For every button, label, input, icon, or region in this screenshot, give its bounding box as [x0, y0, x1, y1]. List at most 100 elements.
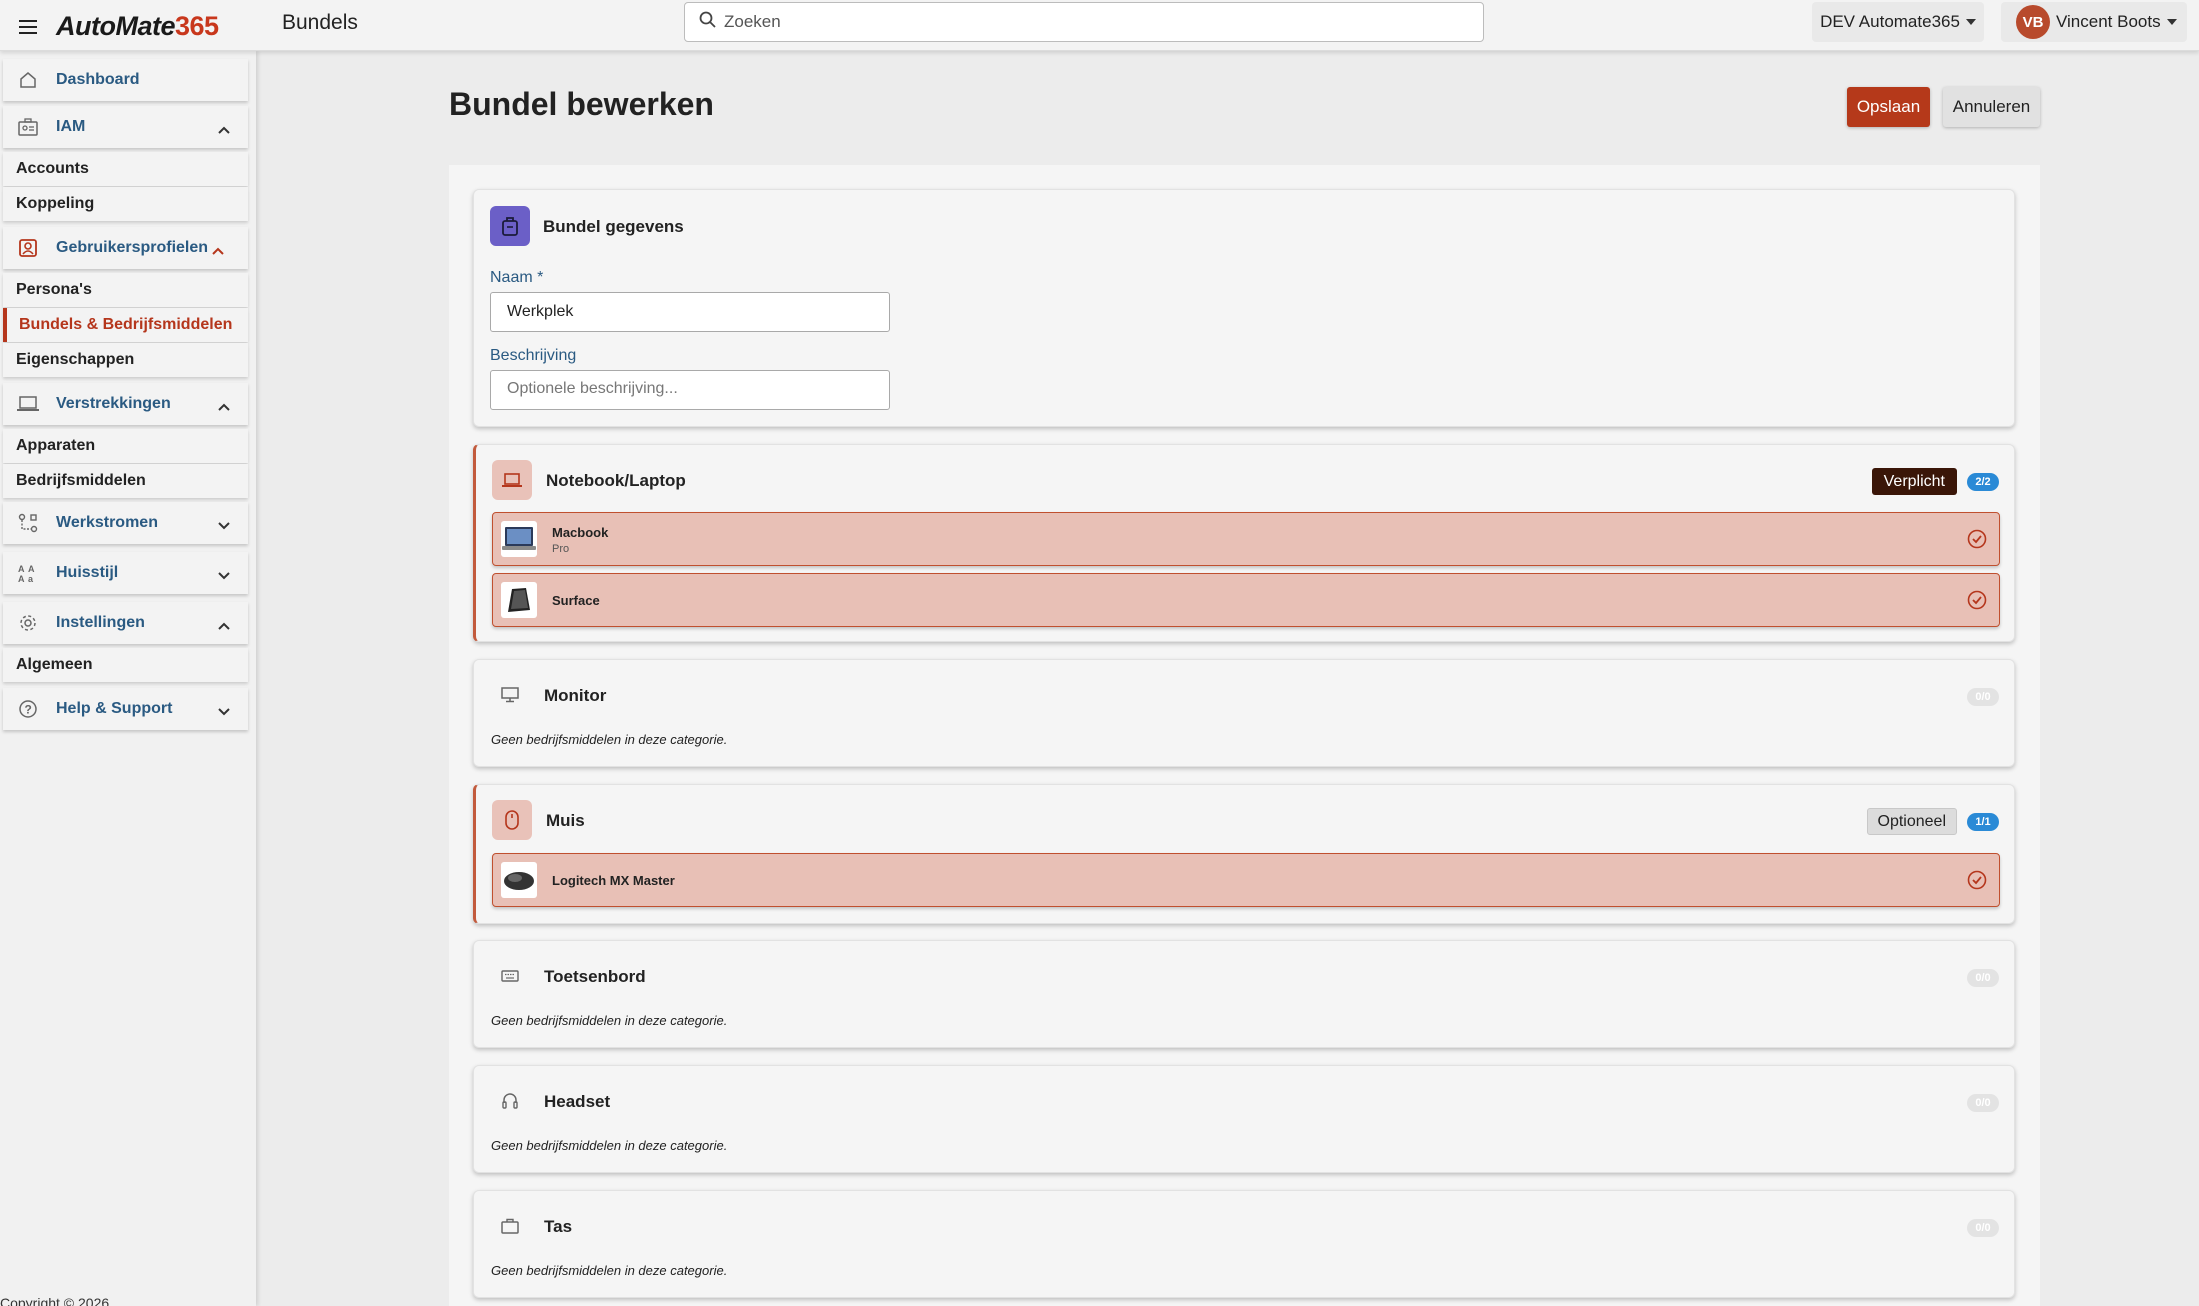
- count-badge: 0/0: [1967, 969, 1999, 987]
- avatar: VB: [2016, 5, 2050, 39]
- page-title: Bundel bewerken: [449, 86, 714, 122]
- category-keyboard: Toetsenbord 0/0 Geen bedrijfsmiddelen in…: [473, 940, 2015, 1048]
- keyboard-icon: [490, 956, 530, 996]
- category-title: Toetsenbord: [544, 967, 646, 986]
- asset-subtitle: Pro: [552, 543, 570, 555]
- home-icon: [17, 69, 39, 91]
- asset-item-logitech-mx-master[interactable]: Logitech MX Master: [492, 853, 2000, 907]
- sidebar-item-eigenschappen[interactable]: Eigenschappen: [3, 343, 248, 377]
- page-name: Bundels: [282, 11, 358, 34]
- optional-badge: Optioneel: [1866, 808, 1957, 835]
- category-bag: Tas 0/0 Geen bedrijfsmiddelen in deze ca…: [473, 1190, 2015, 1298]
- copyright: Copyright © 2026: [0, 1295, 110, 1306]
- required-badge: Verplicht: [1871, 468, 1957, 495]
- caret-down-icon: [2166, 19, 2177, 25]
- laptop-icon: [17, 393, 39, 415]
- menu-icon[interactable]: [15, 14, 41, 40]
- category-title: Headset: [544, 1092, 611, 1111]
- description-label: Beschrijving: [490, 347, 577, 364]
- chevron-up-icon: [218, 121, 230, 139]
- sidebar-item-bundels[interactable]: Bundels & Bedrijfsmiddelen: [3, 308, 248, 342]
- mouse-icon: [492, 800, 532, 840]
- gear-icon: [17, 612, 39, 634]
- card-title: Bundel gegevens: [543, 217, 684, 236]
- name-label: Naam *: [490, 269, 544, 286]
- description-input[interactable]: [490, 370, 890, 410]
- search-icon: [699, 11, 716, 33]
- user-name: Vincent Boots: [2056, 12, 2161, 31]
- user-menu[interactable]: VB Vincent Boots: [2001, 2, 2187, 42]
- chevron-down-icon: [218, 567, 230, 585]
- chevron-down-icon: [218, 517, 230, 535]
- category-title: Notebook/Laptop: [546, 471, 686, 490]
- mouse-thumbnail: [501, 862, 537, 898]
- asset-item-macbook[interactable]: Macbook Pro: [492, 512, 2000, 566]
- briefcase-icon: [490, 1206, 530, 1246]
- sidebar-item-koppeling[interactable]: Koppeling: [3, 187, 248, 221]
- caret-down-icon: [1965, 19, 1976, 25]
- category-mouse: Muis Optioneel 1/1 Logitech MX Master: [473, 784, 2015, 924]
- category-title: Monitor: [544, 686, 607, 705]
- name-input[interactable]: [490, 292, 890, 332]
- asset-name: Macbook: [552, 525, 609, 540]
- category-title: Tas: [544, 1217, 573, 1236]
- svg-text:A: A: [18, 574, 25, 583]
- check-circle-icon: [1967, 529, 1987, 549]
- sidebar-item-accounts[interactable]: Accounts: [3, 152, 248, 186]
- sidebar-item-huisstijl[interactable]: AAAa Huisstijl: [3, 552, 248, 594]
- category-title: Muis: [546, 811, 585, 830]
- svg-text:?: ?: [25, 703, 32, 717]
- sidebar-item-gebruikersprofielen[interactable]: Gebruikersprofielen: [3, 227, 248, 269]
- save-button[interactable]: Opslaan: [1847, 87, 1930, 127]
- svg-text:a: a: [28, 574, 34, 583]
- sidebar: Dashboard IAM Accounts Koppeling Gebruik…: [0, 51, 256, 1306]
- sidebar-item-help[interactable]: ? Help & Support: [3, 688, 248, 730]
- category-monitor: Monitor 0/0 Geen bedrijfsmiddelen in dez…: [473, 659, 2015, 767]
- sidebar-item-algemeen[interactable]: Algemeen: [3, 648, 248, 682]
- count-badge: 1/1: [1967, 813, 1999, 831]
- sidebar-item-bedrijfsmiddelen[interactable]: Bedrijfsmiddelen: [3, 464, 248, 498]
- chevron-up-icon: [212, 242, 224, 260]
- count-badge: 0/0: [1967, 1219, 1999, 1237]
- app-logo[interactable]: AutoMate365: [56, 11, 219, 42]
- chevron-up-icon: [218, 398, 230, 416]
- empty-message: Geen bedrijfsmiddelen in deze categorie.: [491, 1263, 728, 1278]
- profile-icon: [17, 237, 39, 259]
- svg-text:A: A: [18, 564, 25, 574]
- count-badge: 2/2: [1967, 473, 1999, 491]
- cancel-button[interactable]: Annuleren: [1943, 87, 2040, 127]
- laptop-icon: [492, 460, 532, 500]
- count-badge: 0/0: [1967, 1094, 1999, 1112]
- sidebar-item-instellingen[interactable]: Instellingen: [3, 602, 248, 644]
- asset-name: Logitech MX Master: [552, 873, 675, 888]
- id-card-icon: [17, 116, 39, 138]
- sidebar-item-werkstromen[interactable]: Werkstromen: [3, 502, 248, 544]
- empty-message: Geen bedrijfsmiddelen in deze categorie.: [491, 1138, 728, 1153]
- workflow-icon: [17, 512, 39, 534]
- sidebar-item-personas[interactable]: Persona's: [3, 273, 248, 307]
- search-box[interactable]: [684, 2, 1484, 42]
- sidebar-item-iam[interactable]: IAM: [3, 106, 248, 148]
- sidebar-item-dashboard[interactable]: Dashboard: [3, 59, 248, 101]
- asset-name: Surface: [552, 593, 600, 608]
- help-icon: ?: [17, 698, 39, 720]
- bundle-details-card: Bundel gegevens Naam * Beschrijving: [473, 189, 2015, 427]
- sidebar-item-apparaten[interactable]: Apparaten: [3, 429, 248, 463]
- count-badge: 0/0: [1967, 688, 1999, 706]
- typography-icon: AAAa: [17, 562, 39, 584]
- sidebar-item-verstrekkingen[interactable]: Verstrekkingen: [3, 383, 248, 425]
- category-laptop: Notebook/Laptop Verplicht 2/2 Macbook Pr…: [473, 444, 2015, 642]
- surface-thumbnail: [501, 582, 537, 618]
- empty-message: Geen bedrijfsmiddelen in deze categorie.: [491, 732, 728, 747]
- monitor-icon: [490, 675, 530, 715]
- headset-icon: [490, 1081, 530, 1121]
- tenant-selector[interactable]: DEV Automate365: [1812, 2, 1984, 42]
- top-bar: AutoMate365 Bundels DEV Automate365 VB V…: [0, 0, 2199, 51]
- asset-item-surface[interactable]: Surface: [492, 573, 2000, 627]
- check-circle-icon: [1967, 870, 1987, 890]
- svg-text:A: A: [28, 564, 35, 574]
- chevron-up-icon: [218, 617, 230, 635]
- check-circle-icon: [1967, 590, 1987, 610]
- search-input[interactable]: [724, 12, 1444, 32]
- chevron-down-icon: [218, 703, 230, 721]
